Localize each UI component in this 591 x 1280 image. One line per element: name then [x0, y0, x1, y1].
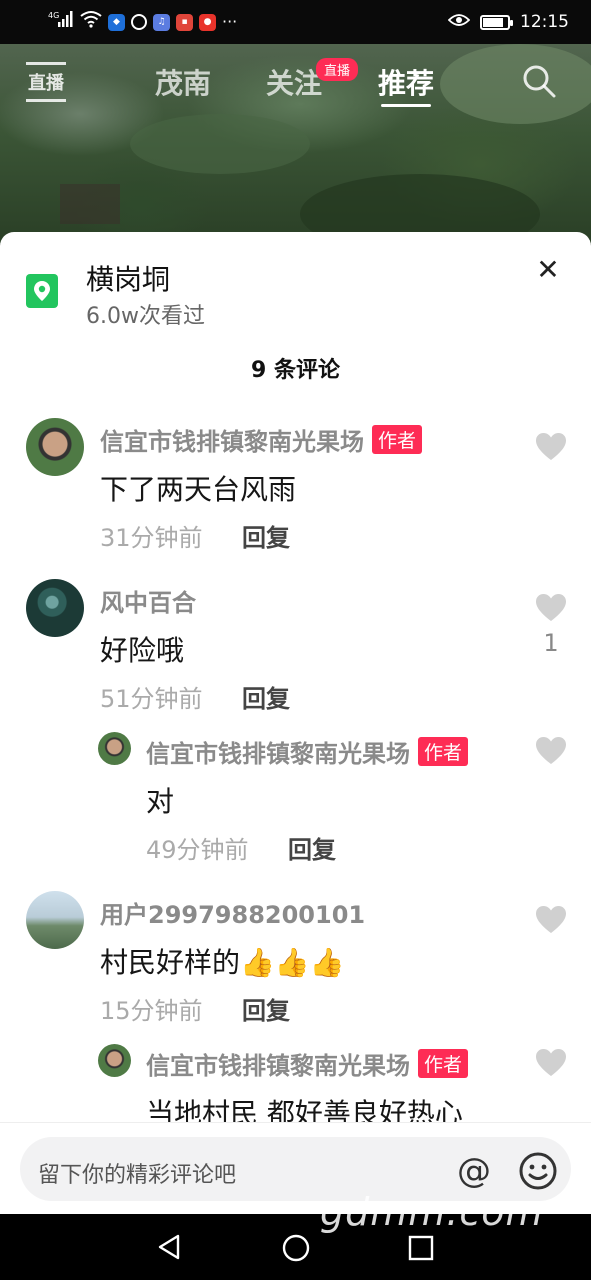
comment-time: 31分钟前 — [100, 524, 203, 552]
avatar[interactable] — [26, 418, 84, 476]
comment-time: 49分钟前 — [146, 836, 249, 864]
comment-text: 下了两天台风雨 — [100, 473, 297, 506]
battery-icon — [480, 14, 513, 30]
back-icon[interactable] — [156, 1234, 182, 1260]
heart-icon[interactable] — [535, 905, 567, 935]
comment-text: 好险哦 — [100, 634, 185, 667]
heart-icon[interactable] — [535, 736, 567, 766]
reply-button[interactable]: 回复 — [288, 830, 336, 865]
more-icon: ··· — [222, 12, 238, 31]
comment-author[interactable]: 信宜市钱排镇黎南光果场 作者 — [100, 422, 423, 457]
reply-button[interactable]: 回复 — [242, 518, 290, 553]
recent-apps-icon[interactable] — [408, 1235, 434, 1261]
comment-author[interactable]: 信宜市钱排镇黎南光果场 作者 — [146, 734, 469, 769]
tab-maonan[interactable]: 茂南 — [155, 62, 211, 102]
comment-time: 51分钟前 — [100, 685, 203, 713]
heart-icon[interactable] — [535, 593, 567, 623]
author-tag: 作者 — [418, 1049, 469, 1078]
shield-app-icon: ◆ — [108, 13, 125, 31]
active-tab-indicator — [381, 104, 431, 107]
location-views: 6.0w次看过 — [86, 304, 205, 329]
wifi-icon — [80, 10, 102, 34]
tab-following[interactable]: 关注 — [266, 62, 322, 102]
eye-icon — [447, 12, 471, 32]
clock-app-icon — [131, 14, 147, 30]
svg-text:4G: 4G — [48, 11, 59, 20]
search-icon[interactable] — [522, 64, 556, 98]
comment-sheet: 横岗垌 6.0w次看过 ✕ 9 条评论 信宜市钱排镇黎南光果场 作者 下了两天台风… — [0, 232, 591, 1214]
news-app-icon: ● — [199, 13, 216, 31]
location-pin-icon — [26, 274, 58, 308]
live-tv-icon[interactable]: 直播 — [26, 62, 66, 102]
avatar[interactable] — [26, 891, 84, 949]
heart-icon[interactable] — [535, 432, 567, 462]
tab-recommend[interactable]: 推荐 — [378, 62, 434, 102]
comment-author[interactable]: 用户2997988200101 — [100, 895, 365, 930]
comment-time: 15分钟前 — [100, 997, 203, 1025]
location-title[interactable]: 横岗垌 — [86, 258, 170, 298]
heart-icon[interactable] — [535, 1048, 567, 1078]
avatar[interactable] — [98, 1044, 131, 1077]
author-tag: 作者 — [418, 737, 469, 766]
avatar[interactable] — [26, 579, 84, 637]
status-bar: 4G ◆ ♫ ▪ ● ··· 12:15 — [0, 0, 591, 44]
live-badge: 直播 — [316, 58, 359, 81]
signal-icon: 4G — [48, 10, 74, 34]
store-app-icon: ▪ — [176, 13, 193, 31]
top-navigation: 直播 茂南 关注 直播 推荐 — [0, 44, 591, 124]
music-app-icon: ♫ — [153, 13, 170, 31]
comment-count: 9 条评论 — [251, 358, 340, 383]
status-time: 12:15 — [520, 12, 569, 32]
thumbs-up-emoji: 👍👍👍 — [240, 946, 345, 979]
comment-input-placeholder[interactable]: 留下你的精彩评论吧 — [38, 1157, 236, 1189]
comment-text: 村民好样的👍👍👍 — [100, 946, 345, 979]
close-icon[interactable]: ✕ — [532, 254, 564, 286]
reply-button[interactable]: 回复 — [242, 679, 290, 714]
comment-author[interactable]: 风中百合 — [100, 583, 196, 618]
comment-author[interactable]: 信宜市钱排镇黎南光果场 作者 — [146, 1046, 469, 1081]
author-tag: 作者 — [372, 425, 423, 454]
comment-text: 对 — [146, 785, 175, 818]
home-icon[interactable] — [282, 1234, 310, 1262]
reply-button[interactable]: 回复 — [242, 991, 290, 1026]
avatar[interactable] — [98, 732, 131, 765]
emoji-icon[interactable] — [518, 1151, 558, 1191]
mention-button[interactable]: @ — [454, 1151, 494, 1191]
like-count: 1 — [543, 629, 559, 657]
watermark: gdmm.com — [320, 1190, 544, 1234]
